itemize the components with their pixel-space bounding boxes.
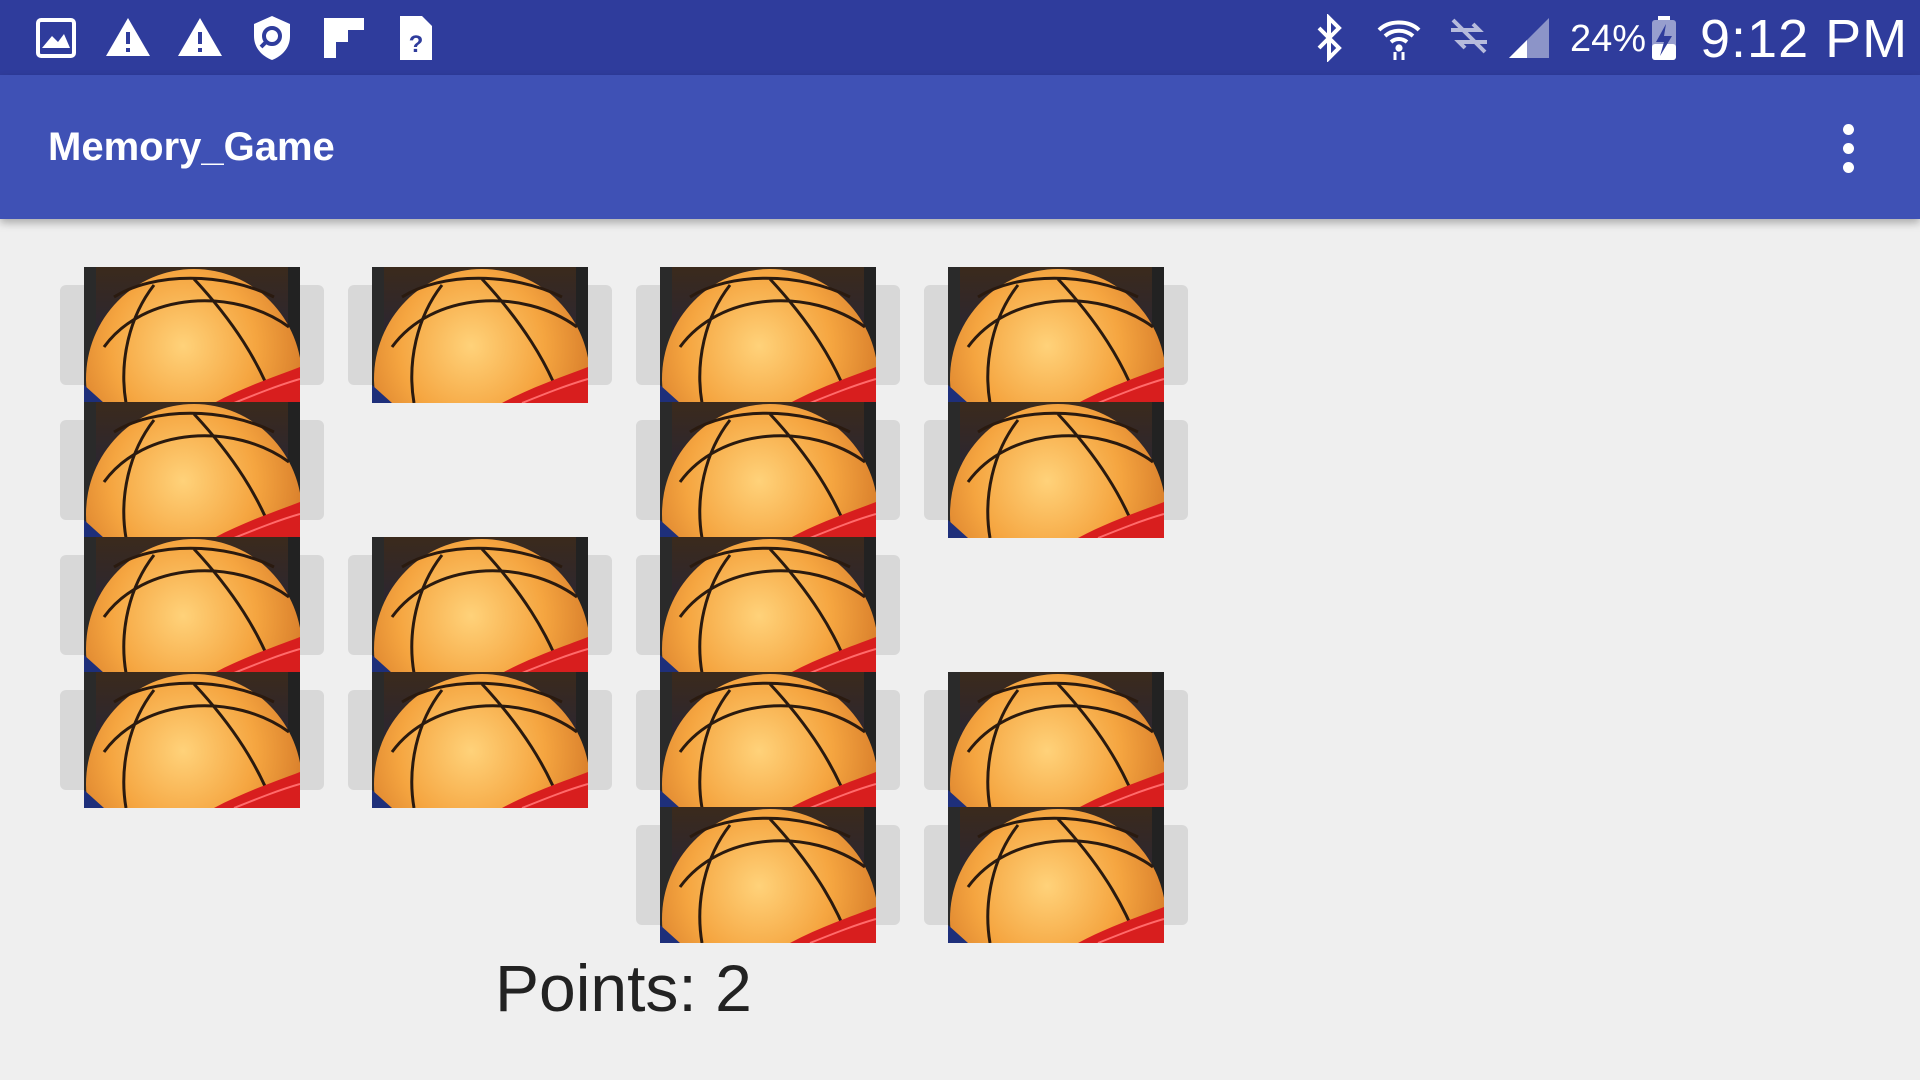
clock: 9:12 PM [1700, 9, 1909, 69]
grid-cell[interactable] [636, 402, 900, 538]
basketball-card[interactable] [84, 672, 300, 808]
basketball-card[interactable] [660, 537, 876, 673]
grid-cell[interactable] [636, 807, 900, 943]
grid-cell[interactable] [636, 672, 900, 808]
grid-cell[interactable] [636, 267, 900, 403]
battery-charging-icon [1640, 14, 1688, 62]
grid-cell [60, 825, 324, 925]
basketball-card[interactable] [372, 537, 588, 673]
battery-percent: 24% [1570, 18, 1647, 60]
svg-text:?: ? [409, 31, 424, 58]
grid-cell [348, 420, 612, 520]
basketball-card[interactable] [948, 807, 1164, 943]
basketball-card[interactable] [948, 672, 1164, 808]
grid-cell[interactable] [924, 267, 1188, 403]
basketball-card[interactable] [948, 267, 1164, 403]
grid-cell [348, 825, 612, 925]
basketball-card[interactable] [660, 267, 876, 403]
points-label: Points: 2 [495, 951, 752, 1025]
basketball-card[interactable] [84, 267, 300, 403]
grid-cell [924, 555, 1188, 655]
grid-cell[interactable] [636, 537, 900, 673]
warning-icon [104, 14, 152, 62]
flipboard-icon [320, 14, 368, 62]
security-shield-icon [248, 14, 296, 62]
grid-cell[interactable] [924, 807, 1188, 943]
grid-cell[interactable] [348, 537, 612, 673]
unknown-file-icon: ? [392, 14, 440, 62]
grid-cell[interactable] [60, 402, 324, 538]
grid-cell[interactable] [60, 537, 324, 673]
grid-cell[interactable] [924, 402, 1188, 538]
more-vert-icon[interactable] [1830, 119, 1866, 179]
basketball-card[interactable] [84, 402, 300, 538]
status-bar: ? 24% 9:12 PM [0, 0, 1920, 75]
app-title: Memory_Game [48, 125, 335, 169]
cell-signal-icon [1505, 14, 1553, 62]
basketball-card[interactable] [372, 672, 588, 808]
grid-cell[interactable] [924, 672, 1188, 808]
gallery-icon [32, 14, 80, 62]
app-bar: Memory_Game [0, 75, 1920, 219]
grid-cell[interactable] [60, 267, 324, 403]
bluetooth-icon [1305, 14, 1353, 62]
grid-cell[interactable] [60, 672, 324, 808]
wifi-icon [1375, 14, 1423, 62]
basketball-card[interactable] [660, 402, 876, 538]
basketball-card[interactable] [660, 807, 876, 943]
basketball-card[interactable] [84, 537, 300, 673]
no-sync-icon [1445, 14, 1493, 62]
basketball-card[interactable] [372, 267, 588, 403]
warning-icon [176, 14, 224, 62]
basketball-card[interactable] [948, 402, 1164, 538]
grid-cell[interactable] [348, 672, 612, 808]
basketball-card[interactable] [660, 672, 876, 808]
grid-cell[interactable] [348, 267, 612, 403]
